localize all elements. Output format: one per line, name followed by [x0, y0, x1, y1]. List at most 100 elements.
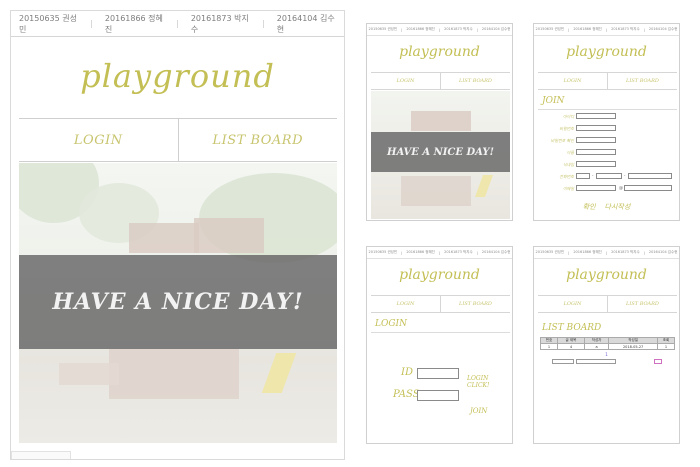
hero-banner: HAVE A NICE DAY!	[19, 255, 337, 349]
login-title: LOGIN	[375, 319, 407, 329]
login-id-label: ID	[401, 367, 413, 378]
table-cell[interactable]: 4	[557, 343, 585, 350]
thumb-nav-board[interactable]: LIST BOARD	[607, 73, 677, 89]
login-id-input[interactable]	[417, 368, 459, 379]
thumb-student: 20161866 정혜진	[573, 27, 602, 31]
student-2: 20161866 정혜진	[104, 13, 163, 34]
table-cell: 2018-05-27	[608, 343, 658, 350]
join-name-input[interactable]	[576, 149, 616, 155]
field-label: 비밀번호 확인	[550, 138, 574, 143]
separator: |	[605, 250, 608, 255]
join-nickname-input[interactable]	[576, 161, 616, 167]
thumb-nav-login[interactable]: LOGIN	[538, 73, 607, 89]
login-page-thumb: 20150635 권성민 | 20161866 정혜진 | 20161873 박지수…	[366, 246, 513, 444]
email-local-input[interactable]	[576, 185, 616, 191]
login-join-link[interactable]: JOIN	[470, 407, 487, 415]
phone-middle-input[interactable]	[596, 173, 622, 179]
footer-tab	[11, 451, 71, 459]
join-row-nickname: 닉네임	[540, 161, 675, 169]
join-rewrite-button[interactable]: 다시작성	[605, 203, 631, 211]
main-page-preview: 20150635 권성민 | 20161866 정혜진 | 20161873 박…	[10, 10, 345, 460]
join-password-confirm-input[interactable]	[576, 137, 616, 143]
write-button[interactable]	[654, 359, 662, 364]
field-label: 전화번호	[559, 174, 574, 179]
thumb-logo[interactable]: playground	[367, 44, 512, 60]
thumb-student: 20164104 김수현	[481, 250, 511, 254]
thumb-student: 20161873 박지수	[611, 27, 640, 31]
phone-separator: -	[592, 173, 594, 178]
thumb-student-list: 20150635 권성민 | 20161866 정혜진 | 20161873 박지수…	[534, 247, 679, 259]
email-at-sign: @	[619, 185, 623, 190]
hero-banner-text: HAVE A NICE DAY!	[52, 289, 304, 315]
separator: |	[438, 27, 441, 32]
table-row[interactable]: 1 4 a 2018-05-27 1	[540, 343, 676, 350]
board-page-thumb: 20150635 권성민 | 20161866 정혜진 | 20161873 박지수…	[533, 246, 680, 444]
thumb-logo[interactable]: playground	[367, 267, 512, 283]
playground-photo: HAVE A NICE DAY!	[19, 163, 337, 443]
thumb-student: 20164104 김수현	[648, 27, 678, 31]
field-label: 비밀번호	[559, 126, 574, 131]
separator: |	[401, 27, 403, 32]
student-4: 20164104 김수현	[276, 13, 335, 34]
phone-prefix-select[interactable]	[576, 173, 590, 179]
separator: |	[643, 27, 645, 32]
main-nav: LOGIN LIST BOARD	[19, 118, 337, 162]
thumb-nav: LOGIN LIST BOARD	[538, 295, 677, 313]
field-label: 이메일	[562, 186, 574, 191]
thumb-student: 20150635 권성민	[368, 250, 398, 254]
separator: |	[262, 19, 265, 28]
login-pass-label: PASS	[393, 389, 420, 400]
thumb-nav: LOGIN LIST BOARD	[371, 295, 510, 313]
thumb-banner: HAVE A NICE DAY!	[371, 132, 510, 172]
thumb-student: 20161866 정혜진	[406, 250, 435, 254]
email-domain-input[interactable]	[624, 185, 672, 191]
board-table: 번호 글 제목 작성자 작성일 조회 1 4 a 2018-05-27 1	[540, 337, 676, 350]
board-title: LIST BOARD	[542, 323, 602, 333]
join-confirm-button[interactable]: 확인	[583, 203, 596, 211]
separator: |	[176, 19, 179, 28]
table-cell: a	[583, 343, 610, 350]
divider	[538, 109, 677, 110]
join-row-password-confirm: 비밀번호 확인	[540, 137, 675, 145]
thumb-student: 20164104 김수현	[648, 250, 678, 254]
search-type-select[interactable]	[552, 359, 574, 364]
nav-login[interactable]: LOGIN	[19, 119, 178, 161]
thumb-nav-board[interactable]: LIST BOARD	[440, 73, 510, 89]
collage: 20150635 권성민 | 20161866 정혜진 | 20161873 박…	[0, 0, 700, 467]
phone-last-input[interactable]	[628, 173, 672, 179]
thumb-student: 20161866 정혜진	[573, 250, 602, 254]
slide-shape	[261, 353, 297, 393]
thumb-nav-login[interactable]: LOGIN	[371, 73, 440, 89]
thumb-nav-board[interactable]: LIST BOARD	[440, 296, 510, 312]
thumb-photo: HAVE A NICE DAY!	[371, 91, 510, 219]
thumb-student: 20150635 권성민	[535, 250, 565, 254]
login-pass-input[interactable]	[417, 390, 459, 401]
table-cell: 1	[540, 343, 558, 350]
join-id-input[interactable]	[576, 113, 616, 119]
thumb-student: 20150635 권성민	[368, 27, 398, 31]
join-title: JOIN	[542, 96, 565, 106]
search-input[interactable]	[576, 359, 616, 364]
thumb-student-list: 20150635 권성민 | 20161866 정혜진 | 20161873 박지수…	[534, 24, 679, 36]
thumb-nav-login[interactable]: LOGIN	[538, 296, 607, 312]
join-password-input[interactable]	[576, 125, 616, 131]
separator: |	[90, 19, 93, 28]
separator: |	[605, 27, 608, 32]
login-click-button[interactable]: LOGIN CLICK!	[467, 375, 493, 389]
site-logo[interactable]: playground	[11, 57, 344, 95]
thumb-nav-board[interactable]: LIST BOARD	[607, 296, 677, 312]
slide-shape	[474, 175, 494, 197]
thumb-nav-login[interactable]: LOGIN	[371, 296, 440, 312]
thumb-student: 20150635 권성민	[535, 27, 565, 31]
thumb-student-list: 20150635 권성민 | 20161866 정혜진 | 20161873 박지수…	[367, 24, 512, 36]
thumb-logo[interactable]: playground	[534, 44, 679, 60]
thumb-logo[interactable]: playground	[534, 267, 679, 283]
nav-list-board[interactable]: LIST BOARD	[177, 119, 338, 161]
thumb-student-list: 20150635 권성민 | 20161866 정혜진 | 20161873 박지수…	[367, 247, 512, 259]
separator: |	[438, 250, 441, 255]
thumb-nav: LOGIN LIST BOARD	[538, 72, 677, 90]
student-1: 20150635 권성민	[19, 13, 77, 34]
join-row-email: 이메일 @	[540, 185, 675, 193]
table-cell: 1	[656, 343, 676, 350]
page-link[interactable]: 1	[605, 352, 608, 357]
